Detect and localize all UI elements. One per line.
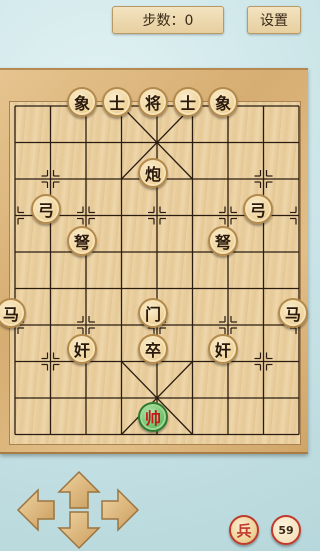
- piece-crossbow-right[interactable]: 弩: [208, 226, 238, 256]
- piece-cannon[interactable]: 炮: [138, 158, 168, 188]
- board-grid: [14, 105, 300, 436]
- board-frame: 象士将士象炮弓弓弩弩马门马奸卒奸帅: [0, 68, 308, 454]
- settings-button[interactable]: 设置: [247, 6, 301, 34]
- piece-soldier[interactable]: 卒: [138, 334, 168, 364]
- top-bar: 步数：0 设置: [0, 0, 308, 40]
- piece-marshal[interactable]: 帅: [138, 402, 168, 432]
- piece-elephant-left[interactable]: 象: [67, 87, 97, 117]
- step-counter: 步数：0: [112, 6, 224, 34]
- arrow-right-icon[interactable]: [100, 488, 140, 532]
- piece-crossbow-left[interactable]: 弩: [67, 226, 97, 256]
- piece-traitor-left[interactable]: 奸: [67, 334, 97, 364]
- soldier-counter-piece: 兵: [229, 515, 259, 545]
- piece-gate[interactable]: 门: [138, 298, 168, 328]
- piece-bow-left[interactable]: 弓: [31, 194, 61, 224]
- remaining-count-badge: 59: [271, 515, 301, 545]
- piece-horse-right[interactable]: 马: [278, 298, 308, 328]
- piece-advisor-right[interactable]: 士: [173, 87, 203, 117]
- piece-bow-right[interactable]: 弓: [243, 194, 273, 224]
- piece-elephant-right[interactable]: 象: [208, 87, 238, 117]
- piece-general[interactable]: 将: [138, 87, 168, 117]
- arrow-left-icon[interactable]: [16, 488, 56, 532]
- piece-advisor-left[interactable]: 士: [102, 87, 132, 117]
- game-board[interactable]: [9, 101, 301, 445]
- arrow-down-icon[interactable]: [57, 510, 101, 550]
- arrow-up-icon[interactable]: [57, 470, 101, 510]
- piece-traitor-right[interactable]: 奸: [208, 334, 238, 364]
